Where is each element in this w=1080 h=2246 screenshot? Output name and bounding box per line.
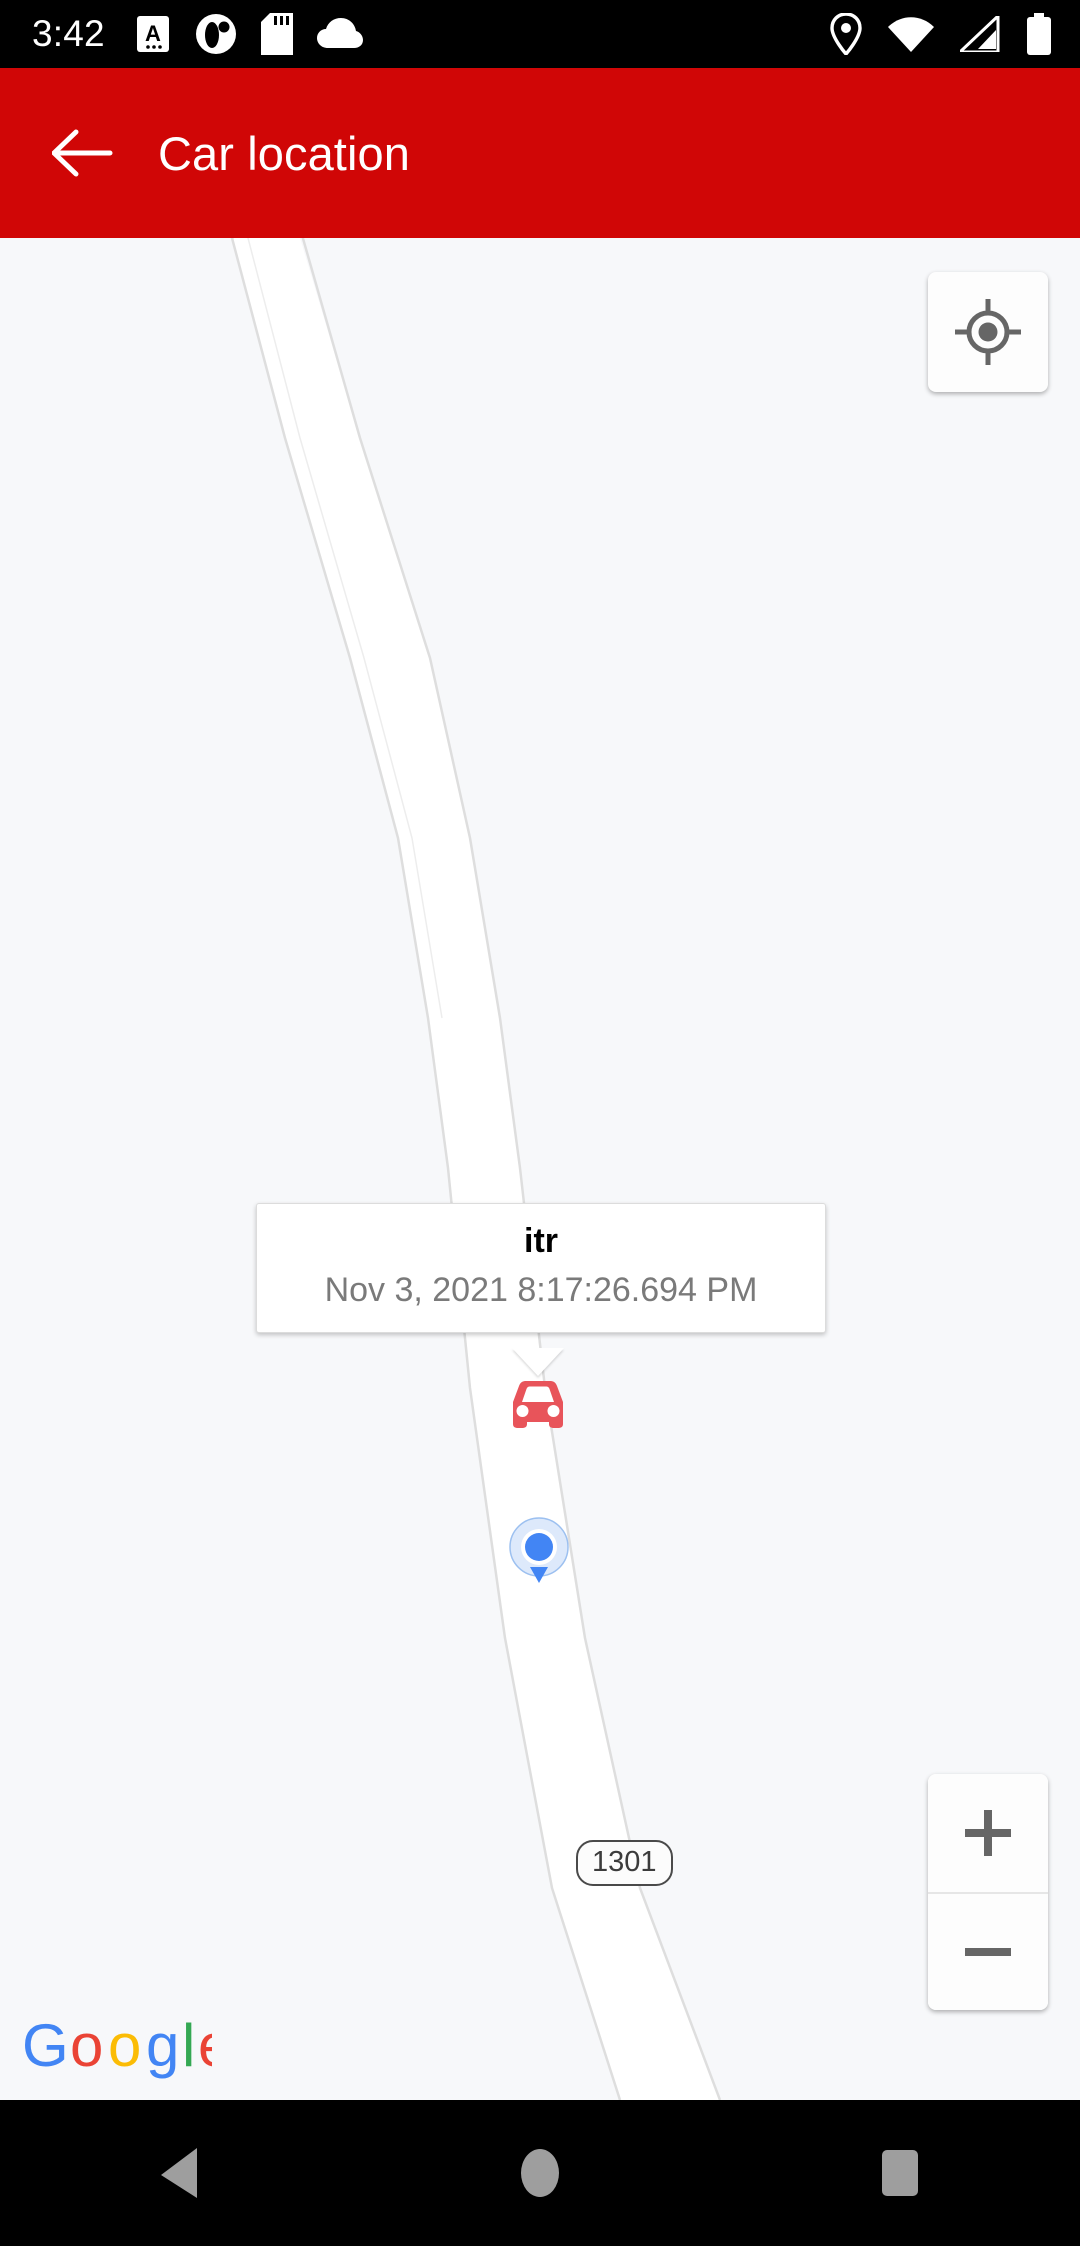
marker-info-window[interactable]: itr Nov 3, 2021 8:17:26.694 PM: [256, 1203, 826, 1333]
user-location-marker: [503, 1515, 575, 1587]
battery-icon: [1027, 13, 1051, 55]
svg-text:o: o: [70, 2016, 103, 2079]
page-title: Car location: [158, 126, 410, 180]
status-bar: 3:42 A: [0, 0, 1080, 68]
zoom-out-button[interactable]: [928, 1892, 1048, 2010]
back-arrow-icon: [52, 129, 113, 177]
status-bar-notification-icons: A: [135, 13, 363, 55]
google-logo: G o o g l e: [22, 2012, 231, 2082]
info-window-tail: [512, 1348, 564, 1376]
recents-square-icon: [882, 2150, 918, 2196]
info-window-timestamp: Nov 3, 2021 8:17:26.694 PM: [324, 1271, 758, 1309]
svg-text:A: A: [145, 21, 161, 46]
map-canvas[interactable]: itr Nov 3, 2021 8:17:26.694 PM 1301 G o …: [0, 238, 1080, 2100]
road-shield-label: 1301: [576, 1840, 673, 1886]
status-bar-system-icons: [830, 0, 1052, 68]
plus-icon: [965, 1810, 1011, 1856]
app-circle-icon: [195, 14, 236, 54]
keyboard-a-icon: A: [136, 16, 169, 52]
status-bar-clock: 3:42: [32, 13, 105, 54]
svg-text:l: l: [182, 2016, 195, 2079]
nav-back-button[interactable]: [105, 2100, 255, 2246]
cloud-icon: [316, 18, 363, 48]
my-location-crosshair-icon: [955, 299, 1021, 365]
car-marker[interactable]: [505, 1380, 571, 1432]
svg-text:g: g: [146, 2016, 179, 2079]
location-pin-icon: [830, 13, 862, 55]
cellular-signal-icon: [960, 16, 1000, 52]
svg-text:G: G: [22, 2016, 69, 2079]
zoom-in-button[interactable]: [928, 1774, 1048, 1892]
app-bar: Car location: [0, 68, 1080, 238]
my-location-button[interactable]: [928, 272, 1048, 392]
phone-screen: 3:42 A Car location itr Nov 3, 2021 8:17…: [0, 0, 1080, 2246]
home-circle-icon: [521, 2149, 559, 2197]
user-location-dot-icon: [509, 1517, 569, 1583]
nav-recents-button[interactable]: [825, 2100, 975, 2246]
car-icon: [513, 1381, 563, 1428]
wifi-icon: [888, 17, 934, 52]
google-wordmark-icon: G o o g l e: [22, 2012, 231, 2079]
sd-card-icon: [260, 13, 293, 55]
nav-home-button[interactable]: [465, 2100, 615, 2246]
svg-text:e: e: [198, 2016, 212, 2079]
map-roads: [230, 238, 722, 2100]
zoom-controls: [928, 1774, 1048, 2010]
minus-icon: [965, 1948, 1011, 1956]
navigation-bar: [0, 2100, 1080, 2246]
svg-text:o: o: [108, 2016, 141, 2079]
info-window-title: itr: [524, 1222, 558, 1260]
back-triangle-icon: [161, 2148, 197, 2198]
back-button[interactable]: [28, 98, 138, 208]
